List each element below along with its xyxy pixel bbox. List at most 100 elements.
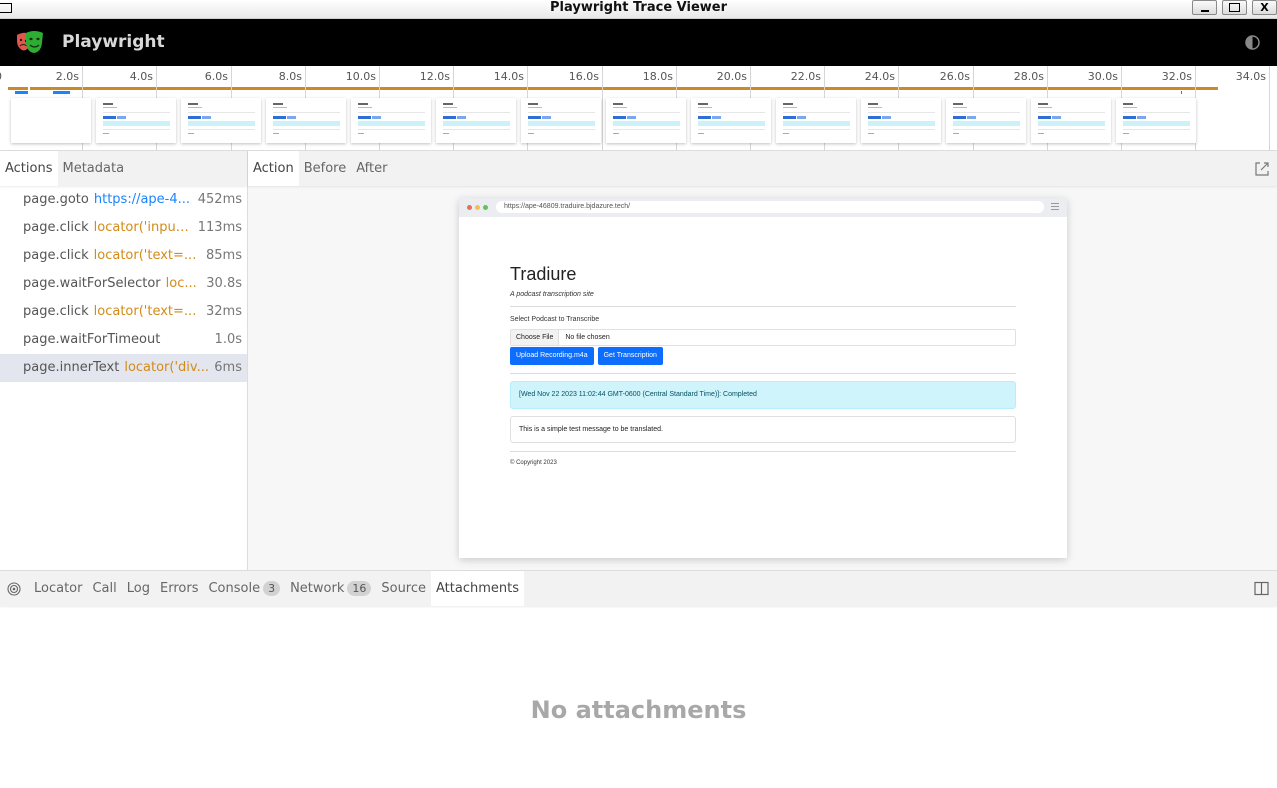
hamburger-menu-icon [1051,203,1059,212]
timeline[interactable]: 0 2.0s 4.0s 6.0s 8.0s 10.0s 12.0s 14.0s 16.0s 18.… [0,66,1277,151]
timeline-gridline [602,66,603,151]
timeline-tick-label: 18.0s [642,70,673,83]
snapshot-browser-chrome: https://ape-46809.traduire.bjdazure.tech… [459,198,1067,217]
maximize-icon [1229,3,1240,12]
toggle-sidebar-icon[interactable] [1254,581,1269,596]
divider [510,451,1016,452]
upload-recording-button[interactable]: Upload Recording.m4a [510,347,594,365]
timeline-tick-label: 0 [0,70,2,83]
filmstrip-thumbnail[interactable] [946,98,1026,143]
tab-label: Locator [34,581,83,596]
action-item[interactable]: page.innerText locator('div... 6ms [0,354,247,382]
tab-locator[interactable]: Locator [29,571,87,606]
tab-console[interactable]: Console 3 [203,571,285,606]
timeline-tick-label: 24.0s [864,70,895,83]
action-name: page.click [23,304,89,319]
filmstrip-thumbnail[interactable] [521,98,601,143]
tab-label: Log [126,581,150,596]
action-param: locator('div... [124,360,209,375]
details-tabbar: Locator Call Log Errors Console 3 Network 16 Sou… [0,571,1277,606]
close-button[interactable]: X [1252,0,1277,15]
select-podcast-label: Select Podcast to Transcribe [510,316,600,323]
actions-list: page.goto https://ape-4... 452ms page.click… [0,186,247,382]
action-duration: 6ms [214,360,242,375]
action-item[interactable]: page.goto https://ape-4... 452ms [0,186,247,214]
tab-action[interactable]: Action [248,151,299,186]
filmstrip-thumbnail[interactable] [691,98,771,143]
choose-file-button[interactable]: Choose File [511,330,560,345]
close-icon: X [1260,1,1269,14]
site-tagline: A podcast transcription site [510,291,594,298]
page-snapshot: https://ape-46809.traduire.bjdazure.tech… [459,198,1067,558]
action-item[interactable]: page.click locator('text=... 32ms [0,298,247,326]
filmstrip-thumbnail[interactable] [96,98,176,143]
timeline-tick-label: 22.0s [790,70,821,83]
action-item[interactable]: page.click locator('text=... 85ms [0,242,247,270]
timeline-action-marker [1181,91,1182,94]
get-transcription-button[interactable]: Get Transcription [597,347,663,365]
tab-attachments[interactable]: Attachments [431,571,524,606]
tab-source[interactable]: Source [376,571,431,606]
timeline-tick-label: 34.0s [1235,70,1266,83]
window-titlebar: Playwright Trace Viewer X [0,0,1277,19]
playwright-logo-icon [17,31,43,53]
filmstrip-thumbnail[interactable] [351,98,431,143]
transcription-result: This is a simple test message to be tran… [510,416,1016,443]
timeline-tick-label: 10.0s [345,70,376,83]
snapshot-pane: Action Before After https://ape-46809.trad… [248,151,1277,570]
filmstrip-thumbnail[interactable] [606,98,686,143]
tab-label: Network [290,581,345,596]
timeline-tick-label: 8.0s [278,70,302,83]
action-duration: 452ms [197,192,242,207]
tab-label: Source [381,581,427,596]
filmstrip-thumbnail[interactable] [181,98,261,143]
action-item[interactable]: page.waitForSelector loc... 30.8s [0,270,247,298]
tab-label: Call [92,581,117,596]
tab-label: Metadata [62,161,125,176]
timeline-tick-label: 20.0s [716,70,747,83]
action-duration: 30.8s [206,276,242,291]
filmstrip-thumbnail[interactable] [1031,98,1111,143]
filmstrip-thumbnail[interactable] [861,98,941,143]
maximize-button[interactable] [1222,0,1247,15]
timeline-action-marker [53,91,70,94]
tab-errors[interactable]: Errors [155,571,203,606]
filmstrip-thumbnail[interactable] [1116,98,1196,143]
tab-label: Actions [5,161,53,176]
action-param: locator('text=... [93,248,197,263]
timeline-tick-label: 26.0s [939,70,970,83]
action-item[interactable]: page.waitForTimeout 1.0s [0,326,247,354]
site-content: Tradiure A podcast transcription site Se… [510,264,1016,466]
site-title: Tradiure [510,264,577,284]
filmstrip-thumbnail[interactable] [11,98,91,143]
divider [510,373,1016,374]
action-name: page.click [23,248,89,263]
open-in-new-window-icon[interactable] [1254,161,1270,177]
minimize-button[interactable] [1192,0,1217,15]
filmstrip-thumbnail[interactable] [436,98,516,143]
tab-actions[interactable]: Actions [0,151,58,186]
timeline-tick-label: 32.0s [1161,70,1192,83]
filmstrip-thumbnail[interactable] [776,98,856,143]
tab-label: Attachments [436,581,519,596]
tab-network[interactable]: Network 16 [285,571,376,606]
tab-metadata[interactable]: Metadata [58,151,130,186]
tab-after[interactable]: After [351,151,392,186]
timeline-tick-label: 14.0s [493,70,524,83]
action-duration: 85ms [206,248,242,263]
action-item[interactable]: page.click locator('input... 113ms [0,214,247,242]
tab-log[interactable]: Log [122,571,155,606]
tab-before[interactable]: Before [299,151,352,186]
timeline-gridline [1269,66,1270,151]
file-input[interactable]: Choose File No file chosen [510,329,1016,346]
tab-call[interactable]: Call [87,571,121,606]
action-param: locator('text=... [93,304,197,319]
filmstrip-thumbnail[interactable] [266,98,346,143]
contrast-icon[interactable] [1244,34,1261,51]
divider [510,306,1016,307]
timeline-tick-label: 2.0s [55,70,79,83]
pick-locator-icon[interactable] [7,581,21,596]
tab-label: Errors [160,581,199,596]
snapshot-tabbar: Action Before After [248,151,1277,186]
